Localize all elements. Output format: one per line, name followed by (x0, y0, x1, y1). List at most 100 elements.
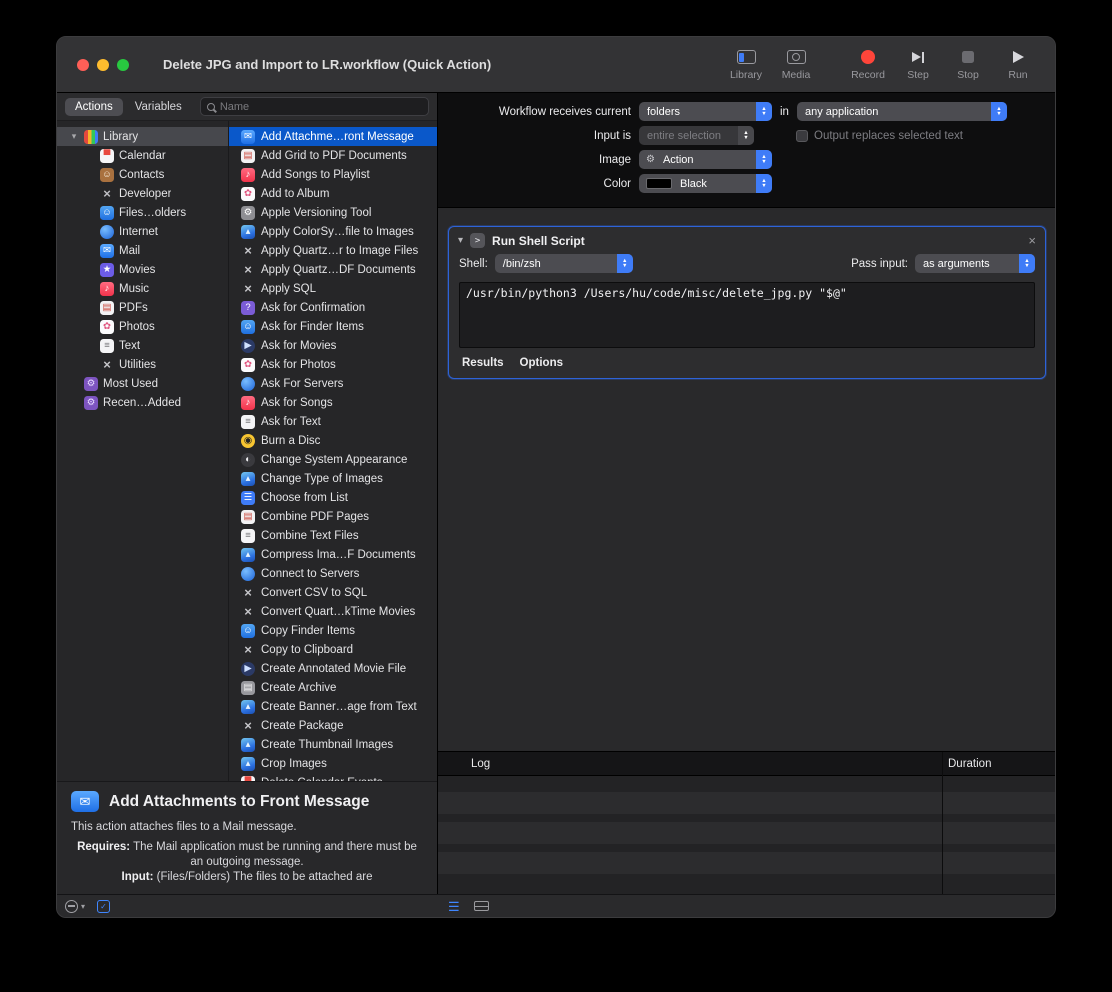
toolbar-stop-button[interactable]: Stop (947, 49, 989, 81)
receives-popup[interactable]: folders (639, 102, 772, 121)
action-item-ask-for-movies[interactable]: ▶ Ask for Movies (229, 336, 437, 355)
action-item-create-package[interactable]: × Create Package (229, 716, 437, 735)
action-item-create-annotated-movie-file[interactable]: ▶ Create Annotated Movie File (229, 659, 437, 678)
remove-action-control[interactable]: ▾ (65, 899, 85, 913)
zoom-window-button[interactable] (117, 58, 129, 71)
chevron-down-icon[interactable]: ▾ (458, 235, 463, 246)
action-item-add-attachme-ront-message[interactable]: ✉ Add Attachme…ront Message (229, 127, 437, 146)
action-item-add-to-album[interactable]: ✿ Add to Album (229, 184, 437, 203)
movies-folder-icon: ★ (100, 262, 114, 277)
search-input[interactable] (219, 100, 422, 113)
utility-x-icon: × (244, 281, 252, 296)
minimize-window-button[interactable] (97, 58, 109, 71)
description-toggle-button[interactable]: ✓ (97, 899, 111, 913)
toolbar-run-button[interactable]: Run (997, 49, 1039, 81)
description-summary: This action attaches files to a Mail mes… (71, 821, 297, 833)
library-columns: ▾ Library ▀ Calendar ☺ Contacts × Developer ☺ Fil… (57, 121, 437, 781)
action-item-ask-for-servers[interactable]: Ask For Servers (229, 374, 437, 393)
sidebar-item-files-olders[interactable]: ☺ Files…olders (57, 203, 228, 222)
action-item-add-grid-to-pdf-documents[interactable]: ▤ Add Grid to PDF Documents (229, 146, 437, 165)
action-item-choose-from-list[interactable]: ☰ Choose from List (229, 488, 437, 507)
action-item-combine-pdf-pages[interactable]: ▤ Combine PDF Pages (229, 507, 437, 526)
action-item-create-banner-age-from-text[interactable]: ▴ Create Banner…age from Text (229, 697, 437, 716)
tab-actions[interactable]: Actions (65, 97, 123, 116)
log-column-divider[interactable] (942, 752, 943, 894)
titlebar: Delete JPG and Import to LR.workflow (Qu… (57, 37, 1055, 93)
image-label: Image (599, 153, 631, 166)
action-item-apply-quartz-df-documents[interactable]: × Apply Quartz…DF Documents (229, 260, 437, 279)
action-item-copy-to-clipboard[interactable]: × Copy to Clipboard (229, 640, 437, 659)
action-title: Run Shell Script (492, 233, 585, 248)
action-item-ask-for-photos[interactable]: ✿ Ask for Photos (229, 355, 437, 374)
sidebar-item-recen-added[interactable]: ⚙ Recen…Added (57, 393, 228, 412)
sidebar-item-mail[interactable]: ✉ Mail (57, 241, 228, 260)
sidebar-item-music[interactable]: ♪ Music (57, 279, 228, 298)
music-icon: ♪ (100, 281, 114, 296)
circle-minus-icon (65, 899, 78, 913)
sidebar-item-contacts[interactable]: ☺ Contacts (57, 165, 228, 184)
tab-variables[interactable]: Variables (125, 98, 192, 116)
action-item-burn-a-disc[interactable]: ◉ Burn a Disc (229, 431, 437, 450)
sidebar-item-developer[interactable]: × Developer (57, 184, 228, 203)
photos-icon: ✿ (100, 319, 114, 334)
action-item-ask-for-confirmation[interactable]: ? Ask for Confirmation (229, 298, 437, 317)
image-icon: ▴ (241, 547, 255, 562)
action-item-create-thumbnail-images[interactable]: ▴ Create Thumbnail Images (229, 735, 437, 754)
action-item-convert-quart-ktime-movies[interactable]: × Convert Quart…kTime Movies (229, 602, 437, 621)
sidebar-item-most-used[interactable]: ⚙ Most Used (57, 374, 228, 393)
sidebar-item-text[interactable]: ≡ Text (57, 336, 228, 355)
burn-icon: ◉ (241, 433, 255, 448)
action-item-ask-for-finder-items[interactable]: ☺ Ask for Finder Items (229, 317, 437, 336)
sidebar-item-utilities[interactable]: × Utilities (57, 355, 228, 374)
action-item-connect-to-servers[interactable]: Connect to Servers (229, 564, 437, 583)
toolbar-record-button[interactable]: Record (847, 49, 889, 81)
action-item-apply-colorsy-file-to-images[interactable]: ▴ Apply ColorSy…file to Images (229, 222, 437, 241)
toolbar-library-button[interactable]: Library (725, 49, 767, 81)
action-item-copy-finder-items[interactable]: ☺ Copy Finder Items (229, 621, 437, 640)
action-item-ask-for-songs[interactable]: ♪ Ask for Songs (229, 393, 437, 412)
sidebar-item-internet[interactable]: Internet (57, 222, 228, 241)
flow-view-icon[interactable] (473, 901, 489, 911)
finder-icon: ☺ (241, 319, 255, 334)
action-item-apply-sql[interactable]: × Apply SQL (229, 279, 437, 298)
shell-popup[interactable]: /bin/zsh (494, 254, 633, 273)
list-view-icon[interactable]: ☰ (448, 900, 460, 913)
disclosure-chevron-icon[interactable]: ▾ (69, 131, 79, 142)
toolbar-step-button[interactable]: Step (897, 49, 939, 81)
sidebar-item-calendar[interactable]: ▀ Calendar (57, 146, 228, 165)
run-shell-script-action[interactable]: ▾ > Run Shell Script × Shell: /bin/zsh ▲… (448, 226, 1046, 379)
utility-x-icon: × (244, 604, 252, 619)
color-popup[interactable]: Black (639, 174, 772, 193)
sidebar-item-photos[interactable]: ✿ Photos (57, 317, 228, 336)
action-item-combine-text-files[interactable]: ≡ Combine Text Files (229, 526, 437, 545)
application-popup[interactable]: any application (796, 102, 1007, 121)
action-item-apple-versioning-tool[interactable]: ⚙ Apple Versioning Tool (229, 203, 437, 222)
options-tab[interactable]: Options (520, 357, 563, 369)
action-item-add-songs-to-playlist[interactable]: ♪ Add Songs to Playlist (229, 165, 437, 184)
results-tab[interactable]: Results (462, 357, 504, 369)
close-window-button[interactable] (77, 58, 89, 71)
action-item-compress-ima-f-documents[interactable]: ▴ Compress Ima…F Documents (229, 545, 437, 564)
sidebar-item-movies[interactable]: ★ Movies (57, 260, 228, 279)
action-item-create-archive[interactable]: ▤ Create Archive (229, 678, 437, 697)
image-popup[interactable]: ⚙ Action (639, 150, 772, 169)
shell-script-editor[interactable]: /usr/bin/python3 /Users/hu/code/misc/del… (459, 282, 1035, 348)
workflow-canvas: ▾ > Run Shell Script × Shell: /bin/zsh ▲… (438, 208, 1055, 751)
pass-input-popup[interactable]: as arguments (915, 254, 1035, 273)
close-action-icon[interactable]: × (1028, 234, 1036, 247)
search-field[interactable] (199, 97, 429, 116)
shell-options-row: Shell: /bin/zsh Pass input: as arguments (449, 252, 1045, 275)
action-description-panel: ✉ Add Attachments to Front Message This … (57, 781, 437, 894)
utility-x-icon: × (244, 262, 252, 277)
sidebar-item-library[interactable]: ▾ Library (57, 127, 228, 146)
action-item-convert-csv-to-sql[interactable]: × Convert CSV to SQL (229, 583, 437, 602)
action-item-apply-quartz-r-to-image-files[interactable]: × Apply Quartz…r to Image Files (229, 241, 437, 260)
text-icon: ≡ (100, 338, 114, 353)
action-item-change-system-appearance[interactable]: ◐ Change System Appearance (229, 450, 437, 469)
sidebar-item-pdfs[interactable]: ▤ PDFs (57, 298, 228, 317)
action-item-ask-for-text[interactable]: ≡ Ask for Text (229, 412, 437, 431)
action-item-delete-calendar-events[interactable]: ▀Delete Calendar Events (229, 773, 437, 781)
action-item-crop-images[interactable]: ▴ Crop Images (229, 754, 437, 773)
toolbar-media-button[interactable]: Media (775, 49, 817, 81)
action-item-change-type-of-images[interactable]: ▴ Change Type of Images (229, 469, 437, 488)
